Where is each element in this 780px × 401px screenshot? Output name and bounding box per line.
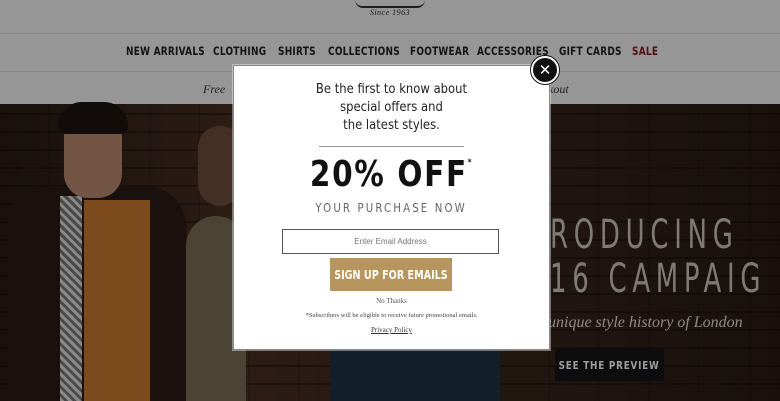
modal-heading-line1: Be the first to know about bbox=[315, 81, 468, 97]
email-input[interactable] bbox=[282, 229, 499, 254]
offer-subtext: YOUR PURCHASE NOW bbox=[234, 201, 549, 215]
no-thanks-link[interactable]: No Thanks bbox=[234, 297, 549, 305]
offer-subtext-label: YOUR PURCHASE NOW bbox=[315, 201, 468, 215]
offer-headline: 20% OFF* bbox=[234, 154, 549, 195]
subscriber-disclaimer: *Subscribers will be eligible to receive… bbox=[305, 312, 478, 319]
modal-heading-line3: the latest styles. bbox=[343, 117, 440, 133]
sign-up-label: SIGN UP FOR EMAILS bbox=[334, 267, 448, 282]
modal-divider bbox=[319, 146, 464, 147]
modal-heading-line2: special offers and bbox=[340, 99, 443, 115]
close-icon[interactable]: ✕ bbox=[531, 56, 559, 84]
privacy-policy-link[interactable]: Privacy Policy bbox=[234, 326, 549, 334]
sign-up-button[interactable]: SIGN UP FOR EMAILS bbox=[330, 258, 452, 291]
modal-heading: Be the first to know about special offer… bbox=[234, 80, 549, 134]
offer-asterisk: * bbox=[467, 158, 474, 168]
offer-text: 20% OFF bbox=[309, 154, 468, 195]
email-signup-modal: Be the first to know about special offer… bbox=[233, 65, 550, 350]
